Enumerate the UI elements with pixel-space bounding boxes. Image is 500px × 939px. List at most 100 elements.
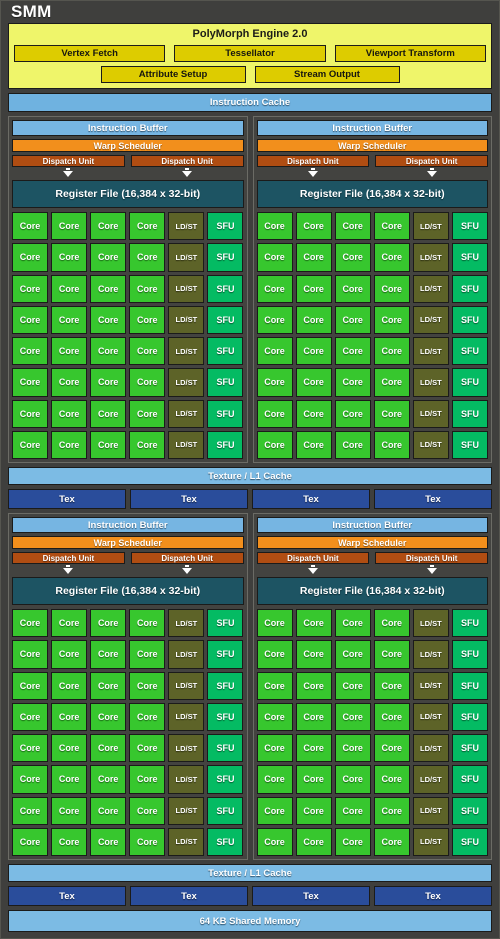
load-store-unit: LD/ST (412, 337, 449, 366)
load-store-unit: LD/ST (412, 430, 449, 459)
shared-memory: 64 KB Shared Memory (8, 910, 492, 932)
core-unit: Core (334, 368, 371, 397)
polymorph-unit-attribute-setup[interactable]: Attribute Setup (100, 66, 246, 83)
load-store-unit: LD/ST (412, 368, 449, 397)
load-store-unit: LD/ST (412, 827, 449, 856)
core-unit: Core (12, 765, 49, 794)
core-unit: Core (12, 827, 49, 856)
special-function-unit: SFU (451, 430, 488, 459)
dispatch-arrow-down-icon (63, 564, 74, 574)
core-unit: Core (256, 734, 293, 763)
core-unit: Core (90, 368, 127, 397)
core-unit: Core (373, 337, 410, 366)
register-file: Register File (16,384 x 32-bit) (256, 180, 488, 208)
core-unit: Core (12, 243, 49, 272)
core-unit: Core (90, 212, 127, 241)
core-unit: Core (373, 640, 410, 669)
core-unit: Core (129, 337, 166, 366)
core-unit: Core (90, 609, 127, 638)
load-store-unit: LD/ST (168, 305, 205, 334)
core-unit: Core (295, 765, 332, 794)
core-unit: Core (90, 702, 127, 731)
core-unit: Core (373, 399, 410, 428)
core-unit: Core (129, 671, 166, 700)
core-unit: Core (12, 274, 49, 303)
instruction-cache: Instruction Cache (8, 93, 492, 112)
dispatch-unit-column: Dispatch Unit (130, 155, 244, 177)
core-unit: Core (12, 337, 49, 366)
core-unit: Core (90, 399, 127, 428)
special-function-unit: SFU (207, 337, 244, 366)
core-unit: Core (129, 274, 166, 303)
special-function-unit: SFU (451, 765, 488, 794)
processing-block-pair-bottom: Instruction Buffer Warp Scheduler Dispatch… (8, 513, 492, 860)
load-store-unit: LD/ST (168, 430, 205, 459)
dispatch-unit: Dispatch Unit (375, 155, 488, 167)
core-unit: Core (51, 212, 88, 241)
core-unit: Core (51, 640, 88, 669)
core-unit: Core (129, 702, 166, 731)
core-unit: Core (334, 337, 371, 366)
polymorph-unit-stream-output[interactable]: Stream Output (254, 66, 400, 83)
smm-title: SMM (11, 2, 52, 21)
special-function-unit: SFU (451, 734, 488, 763)
core-unit: Core (129, 796, 166, 825)
core-unit: Core (373, 765, 410, 794)
core-unit: Core (256, 399, 293, 428)
polymorph-unit-viewport-transform[interactable]: Viewport Transform (334, 45, 486, 62)
dispatch-unit-row: Dispatch Unit Dispatch Unit (256, 155, 488, 177)
warp-scheduler: Warp Scheduler (256, 139, 488, 152)
core-grid: Core Core Core Core LD/ST SFU Core Core Core Core… (12, 212, 244, 459)
dispatch-unit: Dispatch Unit (130, 155, 244, 167)
core-unit: Core (129, 399, 166, 428)
core-unit: Core (90, 243, 127, 272)
special-function-unit: SFU (451, 640, 488, 669)
processing-block-4: Instruction Buffer Warp Scheduler Dispatch… (252, 513, 492, 860)
polymorph-unit-tessellator[interactable]: Tessellator (174, 45, 326, 62)
polymorph-unit-vertex-fetch[interactable]: Vertex Fetch (14, 45, 166, 62)
core-unit: Core (295, 368, 332, 397)
texture-l1-cache-bottom: Texture / L1 Cache (8, 864, 492, 882)
polymorph-row-2: Attribute Setup Stream Output (14, 66, 486, 83)
load-store-unit: LD/ST (412, 640, 449, 669)
core-unit: Core (334, 765, 371, 794)
core-unit: Core (256, 368, 293, 397)
special-function-unit: SFU (451, 212, 488, 241)
core-unit: Core (334, 796, 371, 825)
warp-scheduler: Warp Scheduler (256, 536, 488, 549)
instruction-buffer: Instruction Buffer (256, 517, 488, 533)
core-unit: Core (373, 212, 410, 241)
core-unit: Core (334, 430, 371, 459)
warp-scheduler: Warp Scheduler (12, 536, 244, 549)
core-unit: Core (129, 765, 166, 794)
processing-block-pair-top: Instruction Buffer Warp Scheduler Dispatch… (8, 116, 492, 463)
core-unit: Core (295, 827, 332, 856)
load-store-unit: LD/ST (412, 243, 449, 272)
dispatch-unit: Dispatch Unit (256, 552, 370, 564)
core-unit: Core (334, 702, 371, 731)
core-unit: Core (90, 796, 127, 825)
core-unit: Core (51, 305, 88, 334)
special-function-unit: SFU (207, 765, 244, 794)
dispatch-unit-column: Dispatch Unit (375, 552, 488, 574)
core-unit: Core (90, 827, 127, 856)
polymorph-row-1: Vertex Fetch Tessellator Viewport Transf… (14, 45, 486, 62)
core-unit: Core (256, 212, 293, 241)
special-function-unit: SFU (451, 368, 488, 397)
core-unit: Core (51, 368, 88, 397)
dispatch-arrow-down-icon (426, 564, 437, 574)
dispatch-unit-row: Dispatch Unit Dispatch Unit (12, 155, 244, 177)
core-unit: Core (129, 368, 166, 397)
load-store-unit: LD/ST (168, 368, 205, 397)
processing-block-1: Instruction Buffer Warp Scheduler Dispatch… (8, 116, 248, 463)
core-unit: Core (12, 671, 49, 700)
dispatch-arrow-down-icon (182, 167, 193, 177)
special-function-unit: SFU (451, 243, 488, 272)
core-unit: Core (256, 671, 293, 700)
core-unit: Core (51, 609, 88, 638)
core-unit: Core (256, 765, 293, 794)
tex-row-bottom: Tex Tex Tex Tex (8, 886, 492, 906)
load-store-unit: LD/ST (168, 640, 205, 669)
core-unit: Core (12, 368, 49, 397)
instruction-buffer: Instruction Buffer (256, 120, 488, 136)
